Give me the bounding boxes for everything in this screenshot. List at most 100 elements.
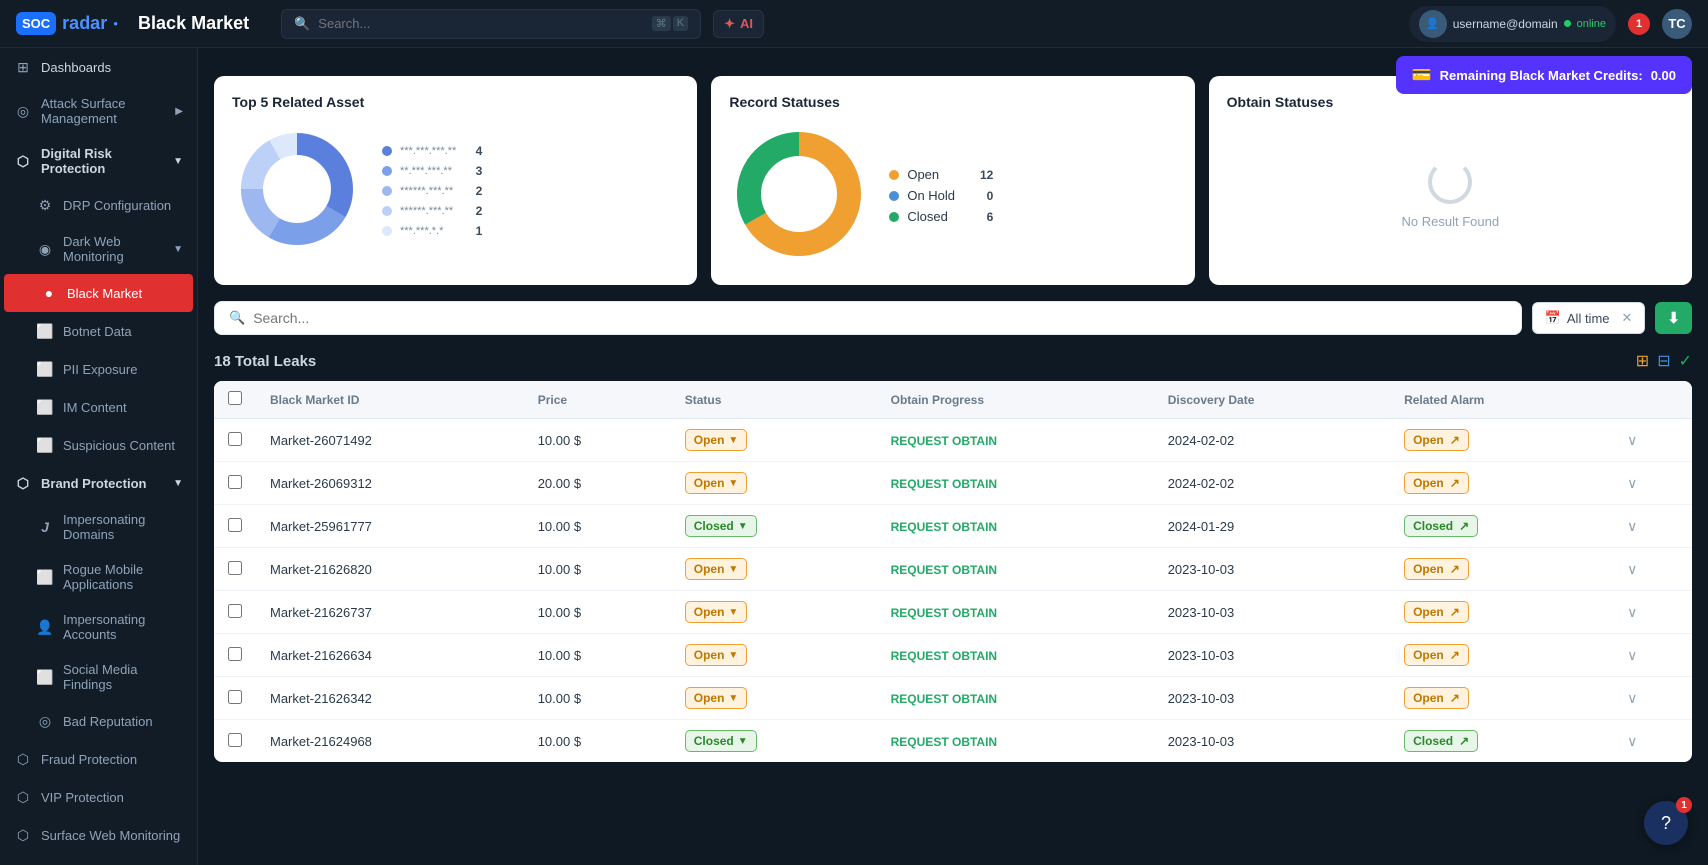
request-obtain-6[interactable]: REQUEST OBTAIN [891, 692, 997, 706]
sidebar-item-attack-surface[interactable]: ◎ Attack Surface Management ▶ [0, 86, 197, 136]
request-obtain-7[interactable]: REQUEST OBTAIN [891, 735, 997, 749]
sidebar-item-dark-web[interactable]: ◉ Dark Web Monitoring ▼ [0, 224, 197, 274]
status-badge-7[interactable]: Closed ▼ [685, 730, 757, 752]
sidebar-label-fraud-protection: Fraud Protection [41, 752, 137, 767]
sidebar-item-dashboards[interactable]: ⊞ Dashboards [0, 48, 197, 86]
sidebar-item-botnet[interactable]: ⬜ Botnet Data [0, 312, 197, 350]
expand-button-5[interactable]: ∨ [1627, 647, 1637, 663]
expand-button-2[interactable]: ∨ [1627, 518, 1637, 534]
expand-button-7[interactable]: ∨ [1627, 733, 1637, 749]
table-header-row: Black Market ID Price Status Obtain Prog… [214, 381, 1692, 419]
row-checkbox-5[interactable] [228, 647, 242, 661]
sidebar-item-pii[interactable]: ⬜ PII Exposure [0, 350, 197, 388]
sidebar: ⊞ Dashboards ◎ Attack Surface Management… [0, 48, 198, 865]
clear-filter-icon[interactable]: ✕ [1622, 310, 1633, 326]
select-all-checkbox[interactable] [228, 391, 242, 405]
alarm-external-link-3[interactable]: ↗ [1450, 562, 1460, 576]
table-search-input[interactable] [253, 310, 1507, 326]
obtain-statuses-title: Obtain Statuses [1227, 94, 1674, 110]
logo-soc: SOC [16, 12, 56, 35]
kbd-cmd: ⌘ [652, 16, 671, 31]
sidebar-item-suspicious[interactable]: ⬜ Suspicious Content [0, 426, 197, 464]
sidebar-item-digital-risk[interactable]: ⬡ Digital Risk Protection ▼ [0, 136, 197, 186]
row-date-2: 2024-01-29 [1154, 505, 1390, 548]
row-checkbox-3[interactable] [228, 561, 242, 575]
row-alarm-3: Open ↗ [1390, 548, 1613, 591]
user-status-badge: 👤 username@domain online [1409, 6, 1616, 42]
row-checkbox-6[interactable] [228, 690, 242, 704]
alarm-external-link-4[interactable]: ↗ [1450, 605, 1460, 619]
row-price-6: 10.00 $ [524, 677, 671, 720]
sidebar-item-im-content[interactable]: ⬜ IM Content [0, 388, 197, 426]
request-obtain-0[interactable]: REQUEST OBTAIN [891, 434, 997, 448]
attack-surface-arrow: ▶ [175, 106, 183, 117]
legend-val-4: 2 [464, 204, 482, 218]
status-badge-6[interactable]: Open ▼ [685, 687, 748, 709]
top5-legend-item-3: ******.***.** 2 [382, 184, 482, 198]
expand-button-3[interactable]: ∨ [1627, 561, 1637, 577]
grid-view-icon[interactable]: ⊞ [1636, 351, 1649, 371]
alarm-external-link-2[interactable]: ↗ [1459, 519, 1469, 533]
expand-button-4[interactable]: ∨ [1627, 604, 1637, 620]
alarm-external-link-6[interactable]: ↗ [1450, 691, 1460, 705]
sidebar-item-bad-reputation[interactable]: ◎ Bad Reputation [0, 702, 197, 740]
request-obtain-5[interactable]: REQUEST OBTAIN [891, 649, 997, 663]
record-statuses-svg [729, 124, 869, 264]
sidebar-item-cyber-threat[interactable]: ◎ Cyber Threat Intelligence ▶ [0, 854, 197, 865]
record-statuses-donut [729, 124, 869, 267]
legend-dot-2 [382, 166, 392, 176]
help-icon: ? [1661, 813, 1671, 834]
export-button[interactable]: ⬇ [1655, 302, 1692, 334]
row-expand-7: ∨ [1613, 720, 1692, 763]
row-checkbox-2[interactable] [228, 518, 242, 532]
export-icon: ⬇ [1667, 310, 1680, 327]
request-obtain-4[interactable]: REQUEST OBTAIN [891, 606, 997, 620]
alarm-external-link-5[interactable]: ↗ [1450, 648, 1460, 662]
expand-button-6[interactable]: ∨ [1627, 690, 1637, 706]
status-badge-0[interactable]: Open ▼ [685, 429, 748, 451]
ai-button[interactable]: ✦ AI [713, 10, 764, 38]
status-badge-3[interactable]: Open ▼ [685, 558, 748, 580]
row-checkbox-4[interactable] [228, 604, 242, 618]
row-expand-0: ∨ [1613, 419, 1692, 462]
expand-button-0[interactable]: ∨ [1627, 432, 1637, 448]
status-badge-1[interactable]: Open ▼ [685, 472, 748, 494]
time-filter[interactable]: 📅 All time ✕ [1532, 302, 1646, 334]
check-icon[interactable]: ✓ [1679, 351, 1692, 371]
row-obtain-7: REQUEST OBTAIN [877, 720, 1154, 763]
table-row: Market-21626342 10.00 $ Open ▼ REQUEST O… [214, 677, 1692, 720]
sidebar-item-rogue-mobile[interactable]: ⬜ Rogue Mobile Applications [0, 552, 197, 602]
expand-button-1[interactable]: ∨ [1627, 475, 1637, 491]
list-view-icon[interactable]: ⊟ [1657, 351, 1670, 371]
row-checkbox-0[interactable] [228, 432, 242, 446]
status-arrow-1: ▼ [728, 478, 738, 489]
help-button[interactable]: ? 1 [1644, 801, 1688, 845]
global-search-bar[interactable]: 🔍 ⌘ K [281, 9, 701, 39]
sidebar-item-vip-protection[interactable]: ⬡ VIP Protection [0, 778, 197, 816]
search-box-main[interactable]: 🔍 [214, 301, 1522, 335]
sidebar-item-drp-config[interactable]: ⚙ DRP Configuration [0, 186, 197, 224]
alarm-external-link-7[interactable]: ↗ [1459, 734, 1469, 748]
record-onhold-label: On Hold [907, 188, 967, 203]
alarm-external-link-1[interactable]: ↗ [1450, 476, 1460, 490]
sidebar-item-surface-web[interactable]: ⬡ Surface Web Monitoring [0, 816, 197, 854]
request-obtain-2[interactable]: REQUEST OBTAIN [891, 520, 997, 534]
notifications-button[interactable]: 1 [1628, 13, 1650, 35]
sidebar-item-impersonating-accounts[interactable]: 👤 Impersonating Accounts [0, 602, 197, 652]
global-search-input[interactable] [318, 16, 643, 31]
request-obtain-3[interactable]: REQUEST OBTAIN [891, 563, 997, 577]
status-badge-4[interactable]: Open ▼ [685, 601, 748, 623]
sidebar-item-brand-protection[interactable]: ⬡ Brand Protection ▼ [0, 464, 197, 502]
sidebar-item-black-market[interactable]: ● Black Market [4, 274, 193, 312]
user-avatar[interactable]: TC [1662, 9, 1692, 39]
request-obtain-1[interactable]: REQUEST OBTAIN [891, 477, 997, 491]
row-expand-6: ∨ [1613, 677, 1692, 720]
status-badge-2[interactable]: Closed ▼ [685, 515, 757, 537]
alarm-external-link-0[interactable]: ↗ [1450, 433, 1460, 447]
row-checkbox-7[interactable] [228, 733, 242, 747]
status-badge-5[interactable]: Open ▼ [685, 644, 748, 666]
sidebar-item-impersonating-domains[interactable]: J Impersonating Domains [0, 502, 197, 552]
row-checkbox-1[interactable] [228, 475, 242, 489]
sidebar-item-social-media[interactable]: ⬜ Social Media Findings [0, 652, 197, 702]
sidebar-item-fraud-protection[interactable]: ⬡ Fraud Protection [0, 740, 197, 778]
